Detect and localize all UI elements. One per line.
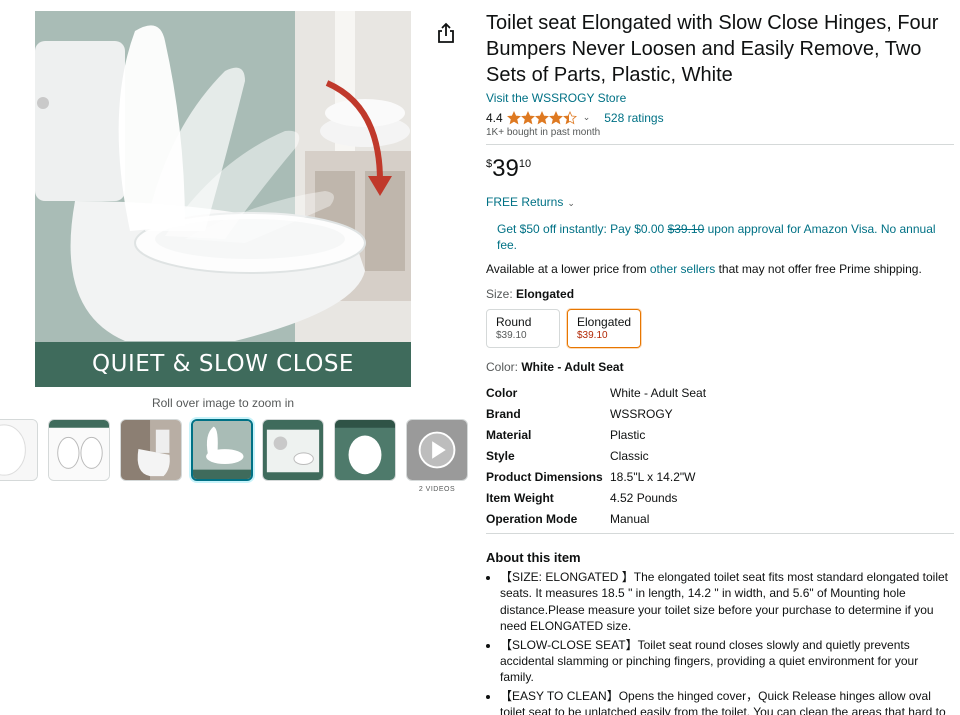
thumb-size-guide[interactable] [48,419,110,481]
spec-row: Product Dimensions 18.5"L x 14.2"W [486,466,954,487]
spec-value: 4.52 Pounds [610,490,678,505]
spec-value: WSSROGY [610,406,673,421]
spec-value: Manual [610,511,650,526]
thumb-quiet-slow-close[interactable] [191,419,253,481]
color-label: Color: White - Adult Seat [486,360,954,374]
lower-price-notice: Available at a lower price from other se… [486,262,954,276]
product-specs-table: Color White - Adult Seat Brand WSSROGY Mat… [486,382,954,529]
image-banner-text: QUIET & SLOW CLOSE [35,342,411,387]
thumb-seat-top-view[interactable] [0,419,38,481]
size-option-name: Elongated [577,315,632,329]
lower-price-text: Available at a lower price from [486,262,650,276]
thumb-bathroom-scene[interactable] [120,419,182,481]
size-option-round[interactable]: Round $39.10 [486,309,560,348]
spec-value: White - Adult Seat [610,385,707,400]
price-fraction: 10 [518,158,532,170]
videos-count-label: 2 VIDEOS [418,486,456,493]
spec-key: Item Weight [486,490,554,505]
spec-row: Material Plastic [486,424,954,445]
store-link[interactable]: Visit the WSSROGY Store [486,91,626,105]
thumb-video[interactable] [406,419,468,481]
star-icon [562,110,577,124]
visa-offer-text: Get $50 off instantly: Pay $0.00 [497,222,668,236]
price-whole: 39 [492,155,519,182]
spec-key: Style [486,448,515,463]
about-bullet: 【SLOW-CLOSE SEAT】Toilet seat round close… [500,637,954,686]
spec-value: Plastic [610,427,646,442]
visa-offer-link[interactable]: Get $50 off instantly: Pay $0.00 $39.10 … [486,221,954,253]
spec-key: Color [486,385,518,400]
spec-value: Classic [610,448,649,463]
color-selected-value: White - Adult Seat [521,360,624,374]
size-label: Size: Elongated [486,287,954,301]
spec-key: Operation Mode [486,511,578,526]
toilet-image-art [35,11,411,387]
star-icon [534,110,549,124]
rating-value: 4.4 [486,110,503,125]
chevron-down-icon[interactable]: ⌄ [583,112,591,123]
spec-value: 18.5"L x 14.2"W [610,469,696,484]
about-this-item-heading: About this item [486,550,581,565]
divider [486,144,954,145]
spec-row: Brand WSSROGY [486,403,954,424]
spec-key: Brand [486,406,521,421]
ratings-count-link[interactable]: 528 ratings [604,111,663,125]
size-options: Round $39.10 Elongated $39.10 [486,309,954,348]
spec-row: Style Classic [486,445,954,466]
share-icon[interactable] [436,22,456,44]
size-selected-value: Elongated [516,287,575,301]
rating-row: 4.4 ⌄ 528 ratings [486,109,954,126]
star-icon [520,110,535,124]
size-label-prefix: Size: [486,287,517,301]
about-bullets-list: 【SIZE: ELONGATED 】The elongated toilet s… [486,569,954,715]
divider [486,533,954,534]
other-sellers-link[interactable]: other sellers [650,262,715,276]
color-label-prefix: Color: [486,360,522,374]
thumb-two-sets-of-parts[interactable] [334,419,396,481]
about-bullet: 【EASY TO CLEAN】Opens the hinged cover，Qu… [500,688,954,715]
product-info-panel: Toilet seat Elongated with Slow Close Hi… [486,10,954,715]
chevron-down-icon: ⌄ [567,198,575,208]
visa-offer-strike-price: $39.10 [667,222,705,236]
size-option-price: $39.10 [577,330,608,341]
bought-in-past-month: 1K+ bought in past month [486,127,601,138]
spec-key: Material [486,427,532,442]
spec-row: Color White - Adult Seat [486,382,954,403]
star-rating-icon[interactable] [506,110,577,125]
free-returns-link[interactable]: FREE Returns ⌄ [486,195,954,209]
zoom-hint-text: Roll over image to zoom in [151,396,295,410]
spec-row: Item Weight 4.52 Pounds [486,487,954,508]
size-option-name: Round [496,315,532,329]
spec-row: Operation Mode Manual [486,508,954,529]
free-returns-label: FREE Returns [486,195,564,209]
price: $ 39 10 [486,155,954,183]
star-icon [506,110,521,124]
lower-price-text-end: that may not offer free Prime shipping. [715,262,922,276]
size-option-elongated[interactable]: Elongated $39.10 [567,309,641,348]
star-icon [548,110,563,124]
product-title: Toilet seat Elongated with Slow Close Hi… [486,12,939,86]
thumb-installation-steps[interactable] [262,419,324,481]
main-product-image[interactable]: QUIET & SLOW CLOSE [35,11,411,387]
size-option-price: $39.10 [496,330,527,341]
spec-key: Product Dimensions [486,469,603,484]
about-bullet: 【SIZE: ELONGATED 】The elongated toilet s… [500,569,954,635]
